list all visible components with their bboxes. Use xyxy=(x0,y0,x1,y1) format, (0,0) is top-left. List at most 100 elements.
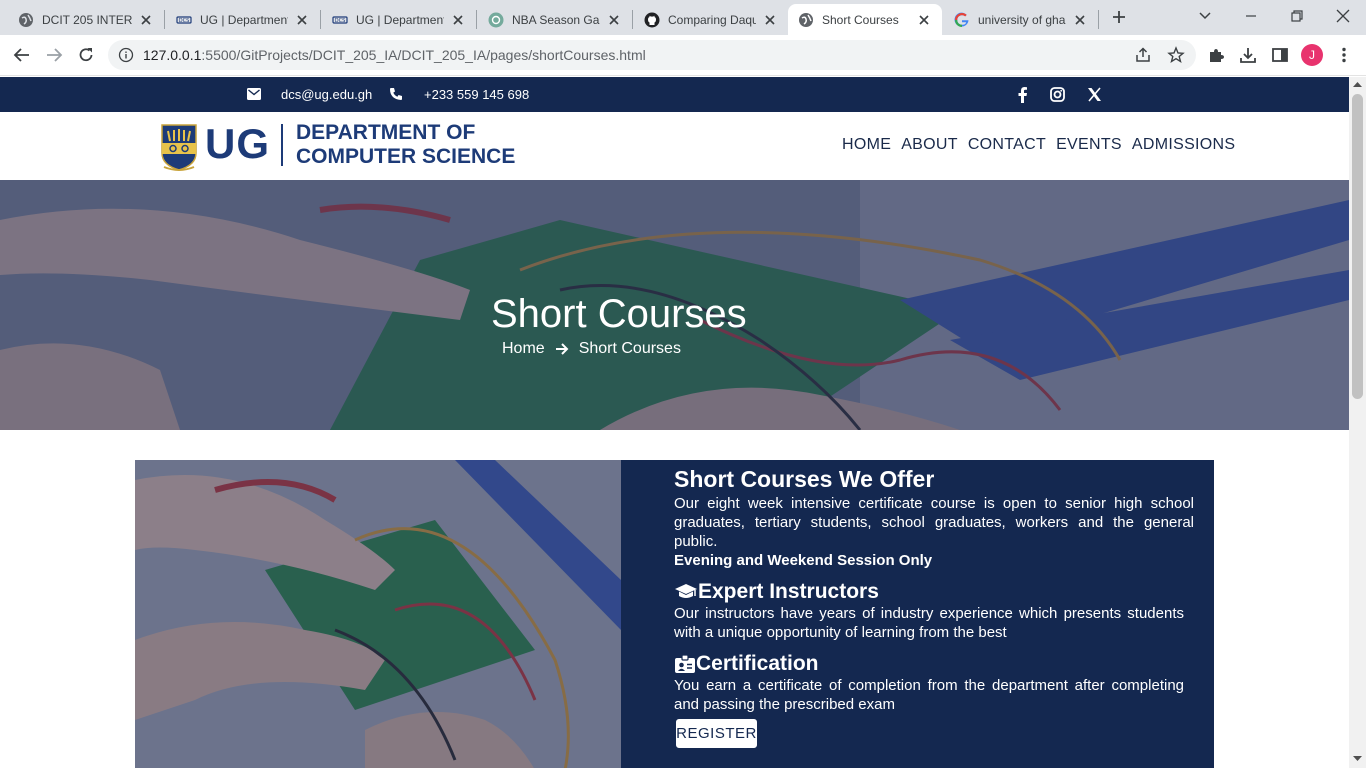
tab-title: UG | Department xyxy=(200,12,288,27)
kebab-menu-icon[interactable] xyxy=(1334,45,1354,65)
forward-arrow-icon[interactable] xyxy=(44,45,64,65)
globe-icon xyxy=(19,12,33,27)
close-icon[interactable] xyxy=(916,12,932,28)
site-header: UG DEPARTMENT OF COMPUTER SCIENCE HOME A… xyxy=(0,112,1349,180)
courses-heading: Short Courses We Offer xyxy=(674,466,935,492)
logo-ug-text: UG xyxy=(205,120,270,167)
minimize-button[interactable] xyxy=(1228,0,1274,32)
courses-intro: Our eight week intensive certificate cou… xyxy=(674,495,1194,550)
ug-crest-logo[interactable] xyxy=(159,123,199,173)
graduation-cap-icon xyxy=(675,584,697,598)
svg-text:DCS: DCS xyxy=(335,18,346,24)
page-scrollbar[interactable] xyxy=(1349,77,1366,768)
instagram-icon[interactable] xyxy=(1050,87,1065,102)
extensions-puzzle-icon[interactable] xyxy=(1206,45,1226,65)
breadcrumb: Home Short Courses xyxy=(502,340,681,358)
instructors-text: Our instructors have years of industry e… xyxy=(674,605,1184,641)
facebook-icon[interactable] xyxy=(1016,86,1028,103)
circuit-board-photo xyxy=(135,460,621,768)
url-path: :5500/GitProjects/DCIT_205_IA/DCIT_205_I… xyxy=(201,47,646,63)
instructors-heading: Expert Instructors xyxy=(674,580,879,604)
browser-tab[interactable]: DCS UG | Department xyxy=(322,4,476,35)
svg-text:DCS: DCS xyxy=(179,18,190,24)
nav-events[interactable]: EVENTS xyxy=(1056,136,1122,154)
ug-site-icon: DCS xyxy=(176,15,192,24)
back-arrow-icon[interactable] xyxy=(12,45,32,65)
id-badge-icon xyxy=(675,654,695,673)
phone-icon xyxy=(390,88,402,100)
session-note: Evening and Weekend Session Only xyxy=(674,552,933,569)
courses-info-panel: Short Courses We Offer Our eight week in… xyxy=(621,460,1214,768)
profile-avatar[interactable]: J xyxy=(1301,44,1323,66)
globe-icon xyxy=(799,12,813,27)
hero-title: Short Courses xyxy=(491,292,747,336)
browser-tab-active[interactable]: Short Courses xyxy=(788,4,942,35)
url-host: 127.0.0.1 xyxy=(143,47,202,63)
url-text[interactable]: 127.0.0.1:5500/GitProjects/DCIT_205_IA/D… xyxy=(143,47,646,63)
close-icon[interactable] xyxy=(1072,12,1088,28)
ug-site-icon: DCS xyxy=(332,15,348,24)
github-icon xyxy=(644,12,660,27)
close-icon[interactable] xyxy=(450,12,466,28)
new-tab-icon[interactable] xyxy=(1109,7,1129,27)
close-window-button[interactable] xyxy=(1320,0,1366,32)
scrollbar-thumb[interactable] xyxy=(1352,94,1363,399)
minimize-icon xyxy=(1246,15,1256,17)
nav-about[interactable]: ABOUT xyxy=(901,136,958,154)
web-page: dcs@ug.edu.gh +233 559 145 698 UG DEPART… xyxy=(0,77,1349,768)
instructors-title: Expert Instructors xyxy=(698,580,879,603)
x-twitter-icon[interactable] xyxy=(1087,87,1102,102)
tab-title: Comparing Daqu xyxy=(668,12,756,27)
restore-button[interactable] xyxy=(1274,0,1320,32)
close-icon[interactable] xyxy=(762,12,778,28)
register-button[interactable]: REGISTER xyxy=(675,718,758,749)
close-icon xyxy=(1336,9,1350,23)
certification-title: Certification xyxy=(696,652,819,675)
browser-tab[interactable]: Comparing Daqu xyxy=(634,4,788,35)
hero-banner: Short Courses Home Short Courses xyxy=(0,180,1349,430)
restore-icon xyxy=(1291,10,1303,22)
browser-tab[interactable]: NBA Season Gam xyxy=(478,4,632,35)
reload-icon[interactable] xyxy=(76,45,96,65)
address-bar[interactable]: 127.0.0.1:5500/GitProjects/DCIT_205_IA/D… xyxy=(108,40,1196,70)
scroll-down-arrow-icon[interactable] xyxy=(1353,755,1362,762)
tab-search-button[interactable] xyxy=(1182,0,1228,32)
site-info-icon[interactable] xyxy=(118,47,134,63)
close-icon[interactable] xyxy=(294,12,310,28)
contact-phone[interactable]: +233 559 145 698 xyxy=(424,87,529,102)
download-icon[interactable] xyxy=(1238,45,1258,65)
scroll-up-arrow-icon[interactable] xyxy=(1353,81,1362,88)
photo-overlay xyxy=(135,460,621,768)
browser-toolbar: 127.0.0.1:5500/GitProjects/DCIT_205_IA/D… xyxy=(0,35,1366,76)
certification-text: You earn a certificate of completion fro… xyxy=(674,677,1184,713)
main-nav: HOME ABOUT CONTACT EVENTS ADMISSIONS xyxy=(842,136,1245,154)
tab-title: UG | Department xyxy=(356,12,444,27)
browser-tab[interactable]: university of gha xyxy=(944,4,1098,35)
side-panel-icon[interactable] xyxy=(1270,45,1290,65)
nav-home[interactable]: HOME xyxy=(842,136,891,154)
google-icon xyxy=(954,12,969,27)
logo-department-text: DEPARTMENT OF COMPUTER SCIENCE xyxy=(296,121,515,169)
nav-admissions[interactable]: ADMISSIONS xyxy=(1132,136,1235,154)
logo-line-2: COMPUTER SCIENCE xyxy=(296,145,516,168)
close-icon[interactable] xyxy=(138,12,154,28)
envelope-icon xyxy=(247,88,261,100)
tab-title: NBA Season Gam xyxy=(512,12,600,27)
browser-tab-bar: DCIT 205 INTERIM DCS UG | Department DCS… xyxy=(0,0,1366,35)
arrow-right-icon xyxy=(555,343,569,355)
chevron-down-icon xyxy=(1199,12,1211,20)
share-icon[interactable] xyxy=(1134,46,1152,64)
breadcrumb-current: Short Courses xyxy=(578,340,681,357)
contact-email[interactable]: dcs@ug.edu.gh xyxy=(281,87,372,102)
tab-title: Short Courses xyxy=(822,12,899,27)
close-icon[interactable] xyxy=(606,12,622,28)
star-bookmark-icon[interactable] xyxy=(1167,46,1185,64)
browser-tab[interactable]: DCIT 205 INTERIM xyxy=(8,4,164,35)
nav-contact[interactable]: CONTACT xyxy=(968,136,1046,154)
chatgpt-icon xyxy=(488,12,504,27)
certification-heading: Certification xyxy=(674,652,819,676)
tab-title: DCIT 205 INTERIM xyxy=(42,12,132,27)
breadcrumb-home[interactable]: Home xyxy=(502,340,545,358)
tab-title: university of gha xyxy=(978,12,1066,27)
browser-tab[interactable]: DCS UG | Department xyxy=(166,4,320,35)
